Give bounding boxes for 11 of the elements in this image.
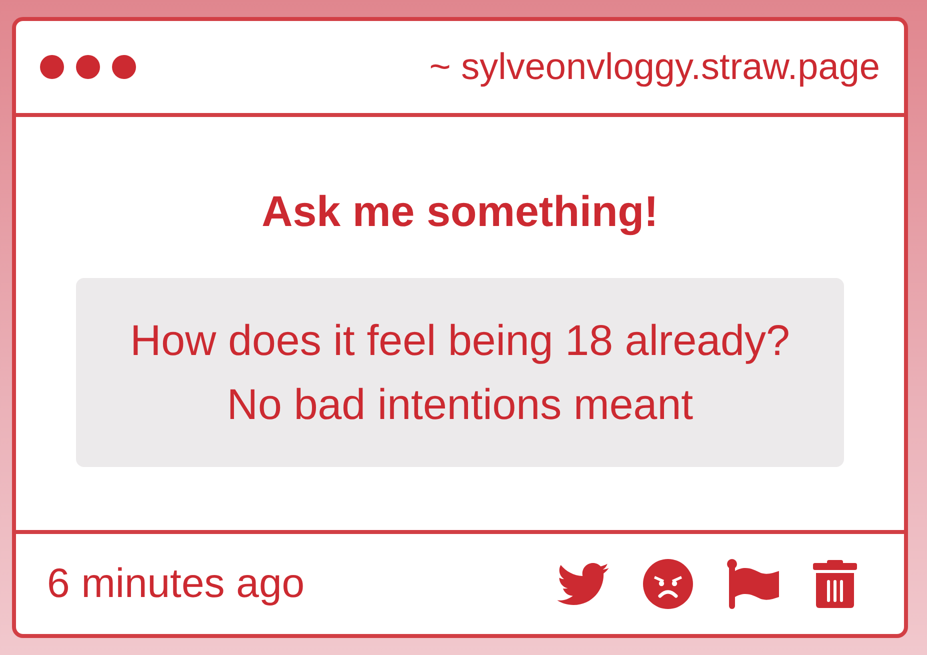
timestamp: 6 minutes ago: [47, 559, 305, 608]
window-title: ~ sylveonvloggy.straw.page: [429, 44, 880, 89]
flag-icon[interactable]: [727, 559, 779, 609]
trash-icon[interactable]: [813, 560, 857, 608]
angry-face-icon[interactable]: [643, 559, 693, 609]
question-text: How does it feel being 18 already? No bad intentions meant: [130, 316, 790, 430]
window-dot-icon: [76, 55, 100, 79]
heading: Ask me something!: [262, 187, 658, 238]
bird-icon[interactable]: [557, 563, 609, 605]
window-dot-icon: [40, 55, 64, 79]
window-dot-icon: [112, 55, 136, 79]
